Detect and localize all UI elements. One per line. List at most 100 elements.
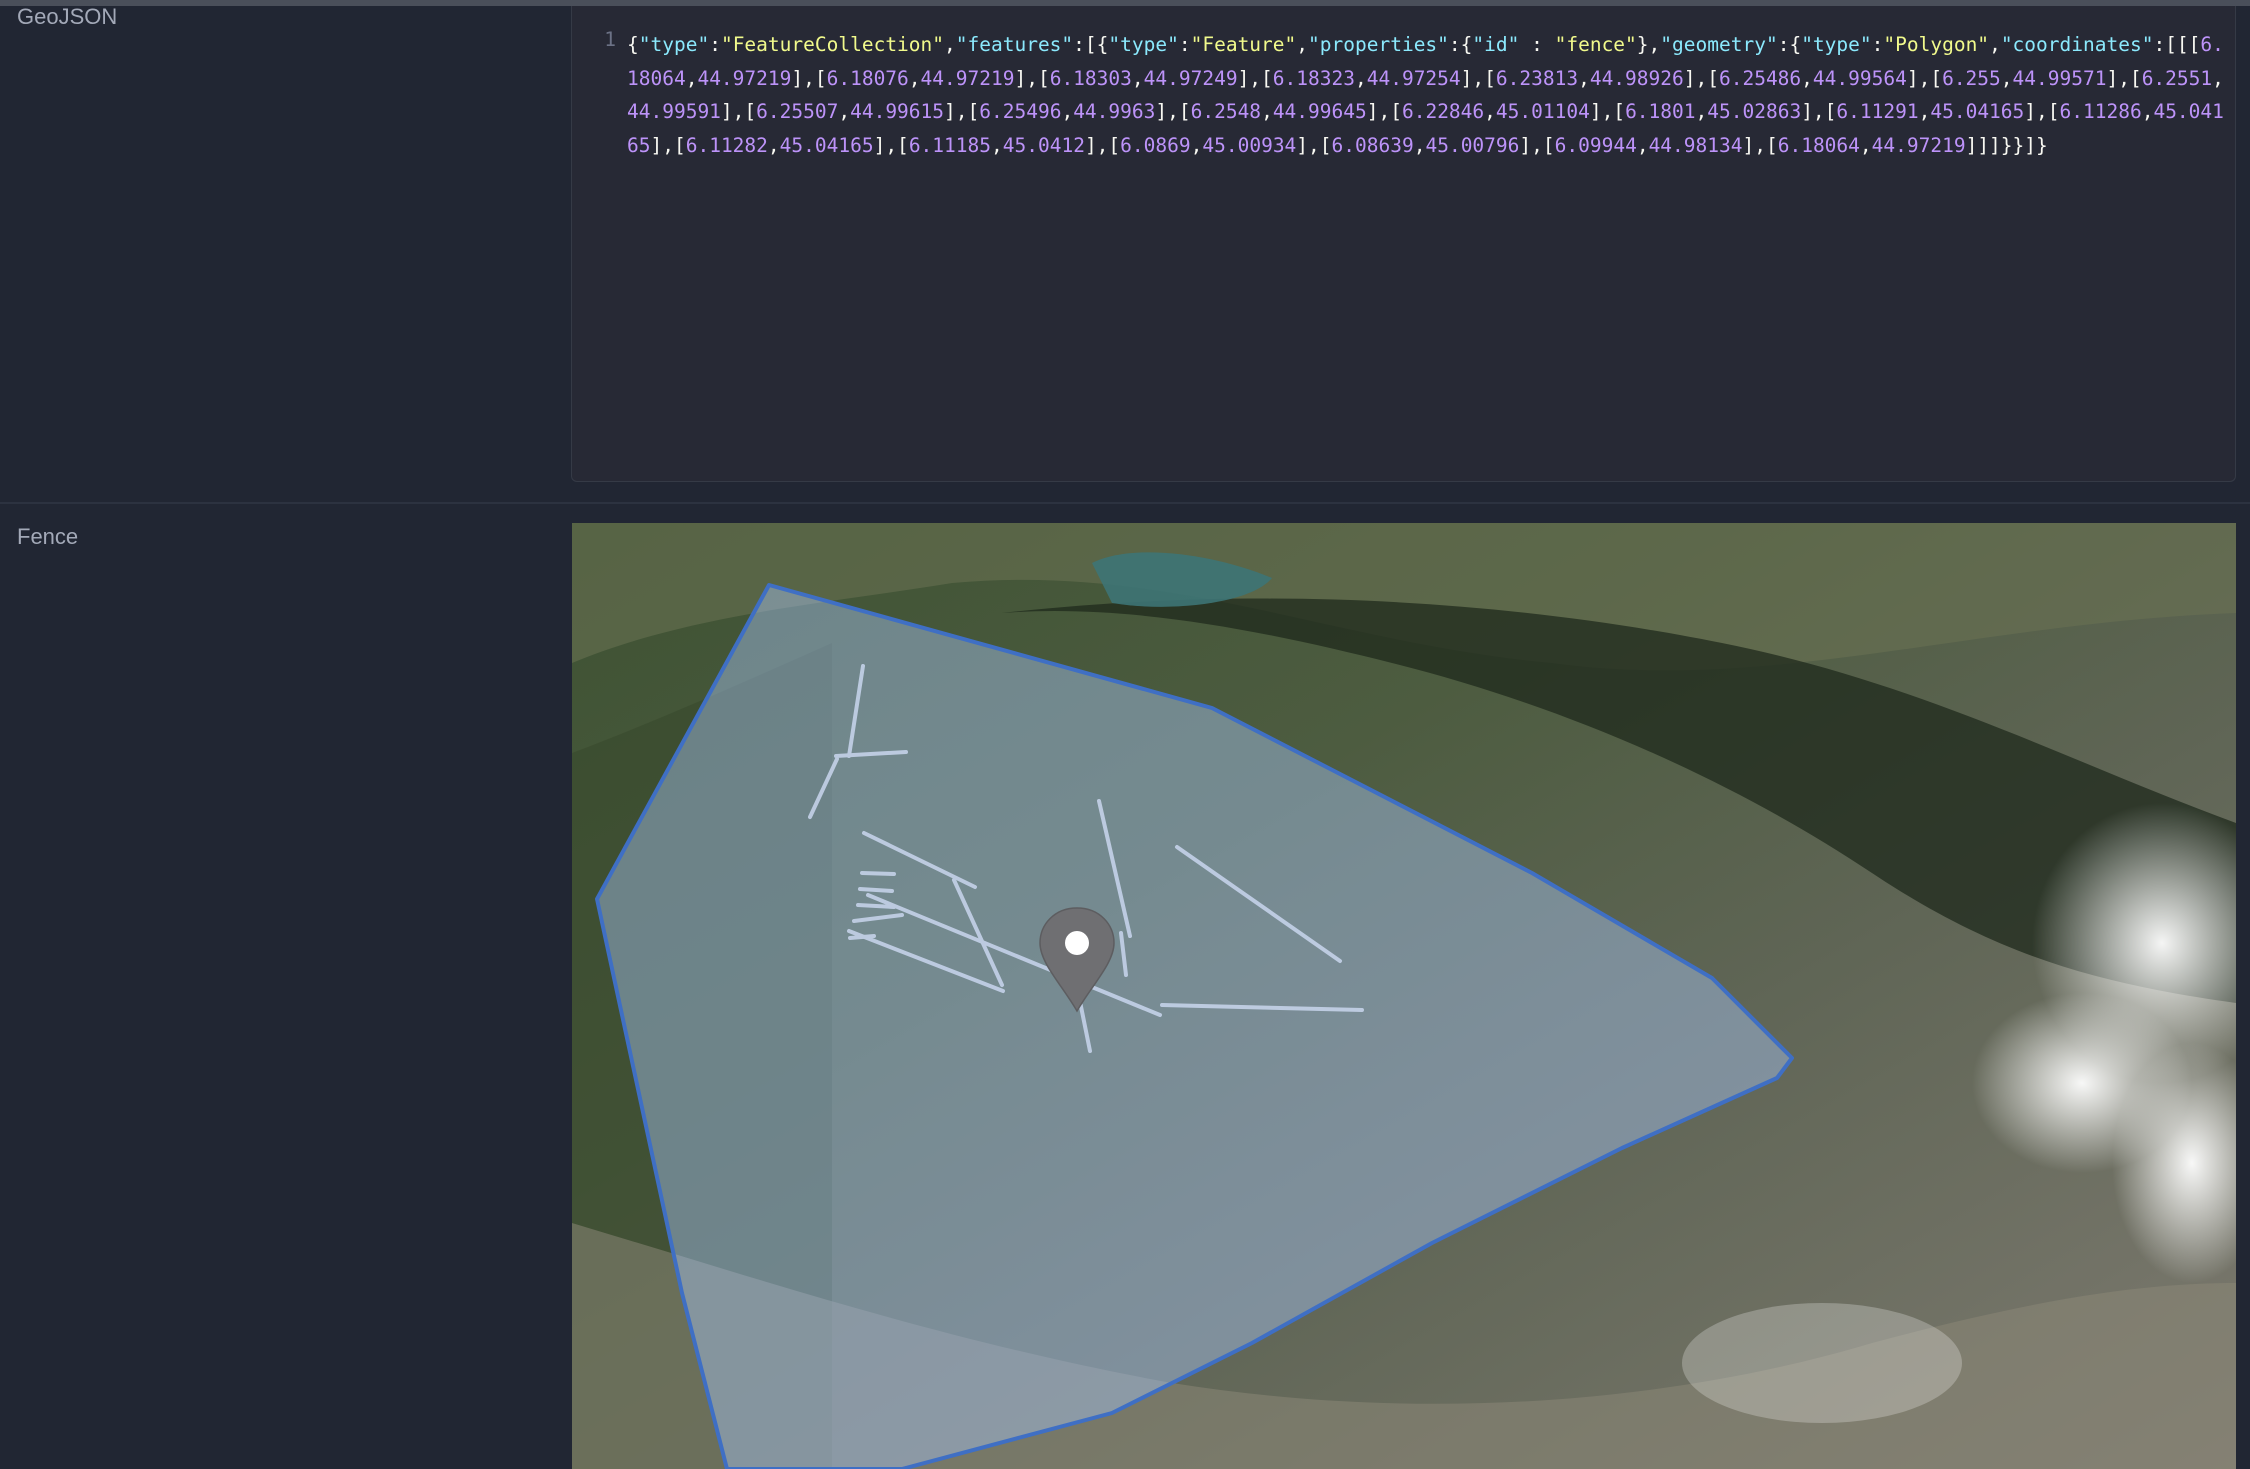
- code-token-num: 6.2548: [1190, 100, 1262, 123]
- code-token-punc: ],[: [1589, 100, 1626, 123]
- code-token-punc: ],[: [650, 133, 686, 157]
- code-token-num: 6.25486: [1718, 66, 1802, 90]
- code-token-num: 6.23813: [1495, 66, 1579, 90]
- section-divider: [0, 502, 2250, 504]
- code-token-num: 44.97219: [920, 66, 1015, 90]
- code-token-num: 45.02863: [1707, 100, 1802, 123]
- fence-map[interactable]: [572, 523, 2236, 1469]
- code-token-num: 44.97254: [1366, 66, 1461, 90]
- code-token-num: 6.18064: [1777, 133, 1860, 157]
- code-token-punc: ],[: [1296, 133, 1332, 157]
- code-token-num: 44.97219: [697, 66, 792, 90]
- code-token-num: 45.00934: [1202, 133, 1297, 157]
- code-token-str: "FeatureCollection": [720, 33, 945, 56]
- code-token-num: 6.11185: [908, 133, 991, 157]
- code-token-num: 6.25507: [756, 100, 839, 123]
- code-token-punc: ]]]}}]}: [1965, 133, 2048, 157]
- code-token-punc: ,: [1636, 133, 1649, 157]
- code-token-punc: ],[: [1155, 100, 1191, 123]
- code-token-punc: ],[: [1084, 133, 1121, 157]
- code-token-punc: ],[: [873, 133, 909, 157]
- code-token-num: 44.9963: [1073, 100, 1156, 123]
- code-token-num: 45.04165: [779, 133, 874, 157]
- fence-field-label: Fence: [17, 524, 79, 549]
- code-token-punc: ],[: [1519, 133, 1555, 157]
- satellite-map-view[interactable]: [572, 523, 2236, 1469]
- code-token-punc: ,: [1695, 100, 1708, 123]
- code-token-num: 45.00796: [1425, 133, 1520, 157]
- code-token-punc: ,: [1131, 66, 1144, 90]
- code-token-key: "type": [1108, 33, 1179, 56]
- code-token-punc: ,: [1989, 33, 2001, 56]
- code-token-punc: ,: [1484, 100, 1496, 123]
- code-token-key: "geometry": [1660, 33, 1778, 56]
- code-token-punc: :[[[: [2153, 33, 2201, 56]
- code-token-punc: :{: [1448, 33, 1473, 56]
- geojson-code-text[interactable]: {"type":"FeatureCollection","features":[…: [627, 28, 2227, 162]
- code-token-punc: ,: [1354, 66, 1367, 90]
- code-token-punc: ,: [685, 66, 698, 90]
- code-token-num: 6.09944: [1554, 133, 1637, 157]
- code-token-key: "coordinates": [2000, 33, 2154, 56]
- code-token-num: 44.99571: [2012, 66, 2107, 90]
- code-token-num: 45.01104: [1495, 100, 1590, 123]
- code-token-num: 44.98134: [1648, 133, 1743, 157]
- code-token-punc: :: [709, 33, 721, 56]
- code-token-num: 6.25496: [979, 100, 1062, 123]
- code-token-num: 6.11286: [2059, 100, 2142, 123]
- code-token-key: "type": [638, 33, 710, 56]
- code-token-punc: ],[: [720, 100, 757, 123]
- code-token-punc: ],[: [1237, 66, 1273, 90]
- code-token-num: 6.22846: [1401, 100, 1485, 123]
- code-token-key: "type": [1801, 33, 1872, 56]
- code-token-num: 6.08639: [1331, 133, 1414, 157]
- code-token-punc: ,: [838, 100, 851, 123]
- line-number: 1: [604, 28, 616, 51]
- code-token-punc: ],[: [1460, 66, 1496, 90]
- code-token-punc: ,: [944, 33, 956, 56]
- code-token-punc: ],[: [1906, 66, 1943, 90]
- code-token-punc: :: [1519, 33, 1555, 56]
- code-token-num: 6.18076: [826, 66, 909, 90]
- code-token-str: "fence": [1554, 33, 1637, 56]
- code-token-punc: ,: [908, 66, 921, 90]
- code-token-punc: ,: [1261, 100, 1273, 123]
- code-token-num: 6.11291: [1836, 100, 1919, 123]
- code-token-punc: ,: [1296, 33, 1309, 56]
- code-token-punc: :: [1777, 33, 1790, 56]
- code-token-num: 6.18323: [1272, 66, 1355, 90]
- code-token-num: 45.0412: [1002, 133, 1085, 157]
- code-token-str: "Feature": [1190, 33, 1297, 56]
- geojson-field-label: GeoJSON: [17, 4, 118, 29]
- code-token-num: 6.11282: [685, 133, 768, 157]
- code-token-num: 6.1801: [1625, 100, 1696, 123]
- code-token-num: 44.99615: [850, 100, 945, 123]
- code-token-num: 44.99645: [1272, 100, 1367, 123]
- code-token-num: 44.99564: [1812, 66, 1907, 90]
- code-token-punc: ,: [1578, 66, 1590, 90]
- code-token-punc: ,: [991, 133, 1003, 157]
- code-token-punc: ,: [2212, 66, 2224, 90]
- code-token-key: "id": [1472, 33, 1520, 56]
- code-token-punc: },: [1636, 33, 1661, 56]
- code-token-punc: {: [1789, 33, 1802, 56]
- code-token-punc: {: [627, 33, 639, 56]
- code-token-punc: :: [1178, 33, 1191, 56]
- code-token-punc: ,: [1413, 133, 1426, 157]
- code-token-punc: ],[: [2024, 100, 2060, 123]
- code-token-num: 44.97249: [1143, 66, 1238, 90]
- code-token-punc: ,: [2141, 100, 2154, 123]
- code-token-num: 44.97219: [1871, 133, 1966, 157]
- code-token-punc: ],[: [1801, 100, 1837, 123]
- code-token-num: 44.98926: [1589, 66, 1684, 90]
- code-token-num: 44.99591: [627, 100, 721, 123]
- geojson-code-editor[interactable]: 1 {"type":"FeatureCollection","features"…: [571, 6, 2236, 482]
- code-token-punc: ],[: [1742, 133, 1778, 157]
- code-token-str: "Polygon": [1883, 33, 1990, 56]
- code-token-punc: ,: [1859, 133, 1872, 157]
- code-token-punc: :: [1871, 33, 1884, 56]
- code-token-punc: ,: [1061, 100, 1074, 123]
- code-token-punc: ,: [1918, 100, 1931, 123]
- code-token-punc: ],[: [944, 100, 980, 123]
- code-token-punc: ],[: [2106, 66, 2142, 90]
